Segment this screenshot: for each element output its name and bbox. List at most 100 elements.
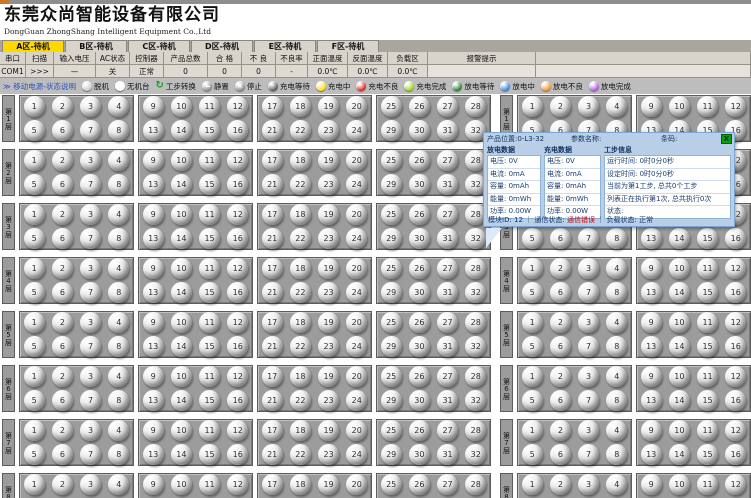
- cell-19[interactable]: 19: [318, 312, 339, 333]
- cell-22[interactable]: 22: [290, 174, 311, 195]
- cell-15[interactable]: 15: [199, 444, 220, 465]
- cell-12[interactable]: 12: [725, 312, 746, 333]
- cell-2[interactable]: 2: [550, 312, 571, 333]
- cell-20[interactable]: 20: [346, 312, 367, 333]
- cell-22[interactable]: 22: [290, 336, 311, 357]
- cell-26[interactable]: 26: [409, 474, 430, 495]
- cell-3[interactable]: 3: [80, 150, 101, 171]
- cell-12[interactable]: 12: [227, 366, 248, 387]
- cell-18[interactable]: 18: [290, 312, 311, 333]
- cell-2[interactable]: 2: [52, 366, 73, 387]
- cell-18[interactable]: 18: [290, 96, 311, 117]
- cell-6[interactable]: 6: [550, 336, 571, 357]
- cell-3[interactable]: 3: [578, 420, 599, 441]
- cell-5[interactable]: 5: [522, 228, 543, 249]
- cell-12[interactable]: 12: [725, 96, 746, 117]
- cell-8[interactable]: 8: [108, 282, 129, 303]
- cell-28[interactable]: 28: [465, 312, 486, 333]
- cell-9[interactable]: 9: [641, 312, 662, 333]
- cell-14[interactable]: 14: [669, 444, 690, 465]
- cell-14[interactable]: 14: [171, 120, 192, 141]
- cell-21[interactable]: 21: [262, 390, 283, 411]
- cell-8[interactable]: 8: [606, 444, 627, 465]
- cell-11[interactable]: 11: [697, 96, 718, 117]
- cell-13[interactable]: 13: [143, 444, 164, 465]
- cell-9[interactable]: 9: [143, 312, 164, 333]
- cell-1[interactable]: 1: [24, 258, 45, 279]
- cell-20[interactable]: 20: [346, 366, 367, 387]
- tab-zone-2[interactable]: C区-待机: [128, 40, 190, 52]
- cell-5[interactable]: 5: [522, 282, 543, 303]
- cell-26[interactable]: 26: [409, 420, 430, 441]
- cell-11[interactable]: 11: [697, 420, 718, 441]
- cell-6[interactable]: 6: [52, 174, 73, 195]
- cell-4[interactable]: 4: [108, 258, 129, 279]
- cell-8[interactable]: 8: [606, 282, 627, 303]
- cell-5[interactable]: 5: [522, 444, 543, 465]
- cell-27[interactable]: 27: [437, 150, 458, 171]
- cell-2[interactable]: 2: [52, 150, 73, 171]
- cell-4[interactable]: 4: [606, 258, 627, 279]
- cell-11[interactable]: 11: [697, 366, 718, 387]
- cell-14[interactable]: 14: [171, 444, 192, 465]
- cell-1[interactable]: 1: [522, 474, 543, 495]
- cell-3[interactable]: 3: [578, 474, 599, 495]
- cell-21[interactable]: 21: [262, 228, 283, 249]
- cell-25[interactable]: 25: [381, 420, 402, 441]
- cell-22[interactable]: 22: [290, 282, 311, 303]
- cell-4[interactable]: 4: [108, 150, 129, 171]
- cell-1[interactable]: 1: [522, 258, 543, 279]
- cell-11[interactable]: 11: [697, 312, 718, 333]
- cell-7[interactable]: 7: [578, 282, 599, 303]
- cell-13[interactable]: 13: [641, 390, 662, 411]
- cell-3[interactable]: 3: [578, 366, 599, 387]
- popup-close-button[interactable]: X: [721, 134, 732, 144]
- cell-6[interactable]: 6: [52, 120, 73, 141]
- cell-5[interactable]: 5: [24, 174, 45, 195]
- cell-15[interactable]: 15: [199, 336, 220, 357]
- cell-11[interactable]: 11: [199, 204, 220, 225]
- cell-15[interactable]: 15: [697, 228, 718, 249]
- cell-4[interactable]: 4: [606, 420, 627, 441]
- cell-20[interactable]: 20: [346, 474, 367, 495]
- cell-6[interactable]: 6: [550, 444, 571, 465]
- cell-26[interactable]: 26: [409, 150, 430, 171]
- cell-17[interactable]: 17: [262, 150, 283, 171]
- cell-3[interactable]: 3: [578, 96, 599, 117]
- cell-31[interactable]: 31: [437, 228, 458, 249]
- cell-31[interactable]: 31: [437, 120, 458, 141]
- cell-24[interactable]: 24: [346, 228, 367, 249]
- cell-2[interactable]: 2: [52, 96, 73, 117]
- cell-29[interactable]: 29: [381, 282, 402, 303]
- cell-1[interactable]: 1: [522, 420, 543, 441]
- cell-25[interactable]: 25: [381, 312, 402, 333]
- cell-21[interactable]: 21: [262, 336, 283, 357]
- cell-4[interactable]: 4: [606, 366, 627, 387]
- cell-20[interactable]: 20: [346, 258, 367, 279]
- cell-24[interactable]: 24: [346, 120, 367, 141]
- cell-1[interactable]: 1: [24, 366, 45, 387]
- cell-22[interactable]: 22: [290, 390, 311, 411]
- cell-9[interactable]: 9: [143, 366, 164, 387]
- cell-9[interactable]: 9: [143, 258, 164, 279]
- cell-11[interactable]: 11: [199, 366, 220, 387]
- cell-12[interactable]: 12: [725, 474, 746, 495]
- cell-10[interactable]: 10: [171, 312, 192, 333]
- cell-7[interactable]: 7: [80, 390, 101, 411]
- cell-19[interactable]: 19: [318, 204, 339, 225]
- cell-28[interactable]: 28: [465, 474, 486, 495]
- cell-9[interactable]: 9: [641, 258, 662, 279]
- cell-1[interactable]: 1: [522, 366, 543, 387]
- cell-15[interactable]: 15: [697, 336, 718, 357]
- cell-11[interactable]: 11: [199, 312, 220, 333]
- cell-1[interactable]: 1: [24, 204, 45, 225]
- cell-9[interactable]: 9: [143, 96, 164, 117]
- cell-19[interactable]: 19: [318, 420, 339, 441]
- cell-23[interactable]: 23: [318, 120, 339, 141]
- cell-7[interactable]: 7: [80, 336, 101, 357]
- cell-22[interactable]: 22: [290, 444, 311, 465]
- cell-17[interactable]: 17: [262, 204, 283, 225]
- cell-16[interactable]: 16: [725, 390, 746, 411]
- cell-18[interactable]: 18: [290, 204, 311, 225]
- cell-10[interactable]: 10: [171, 258, 192, 279]
